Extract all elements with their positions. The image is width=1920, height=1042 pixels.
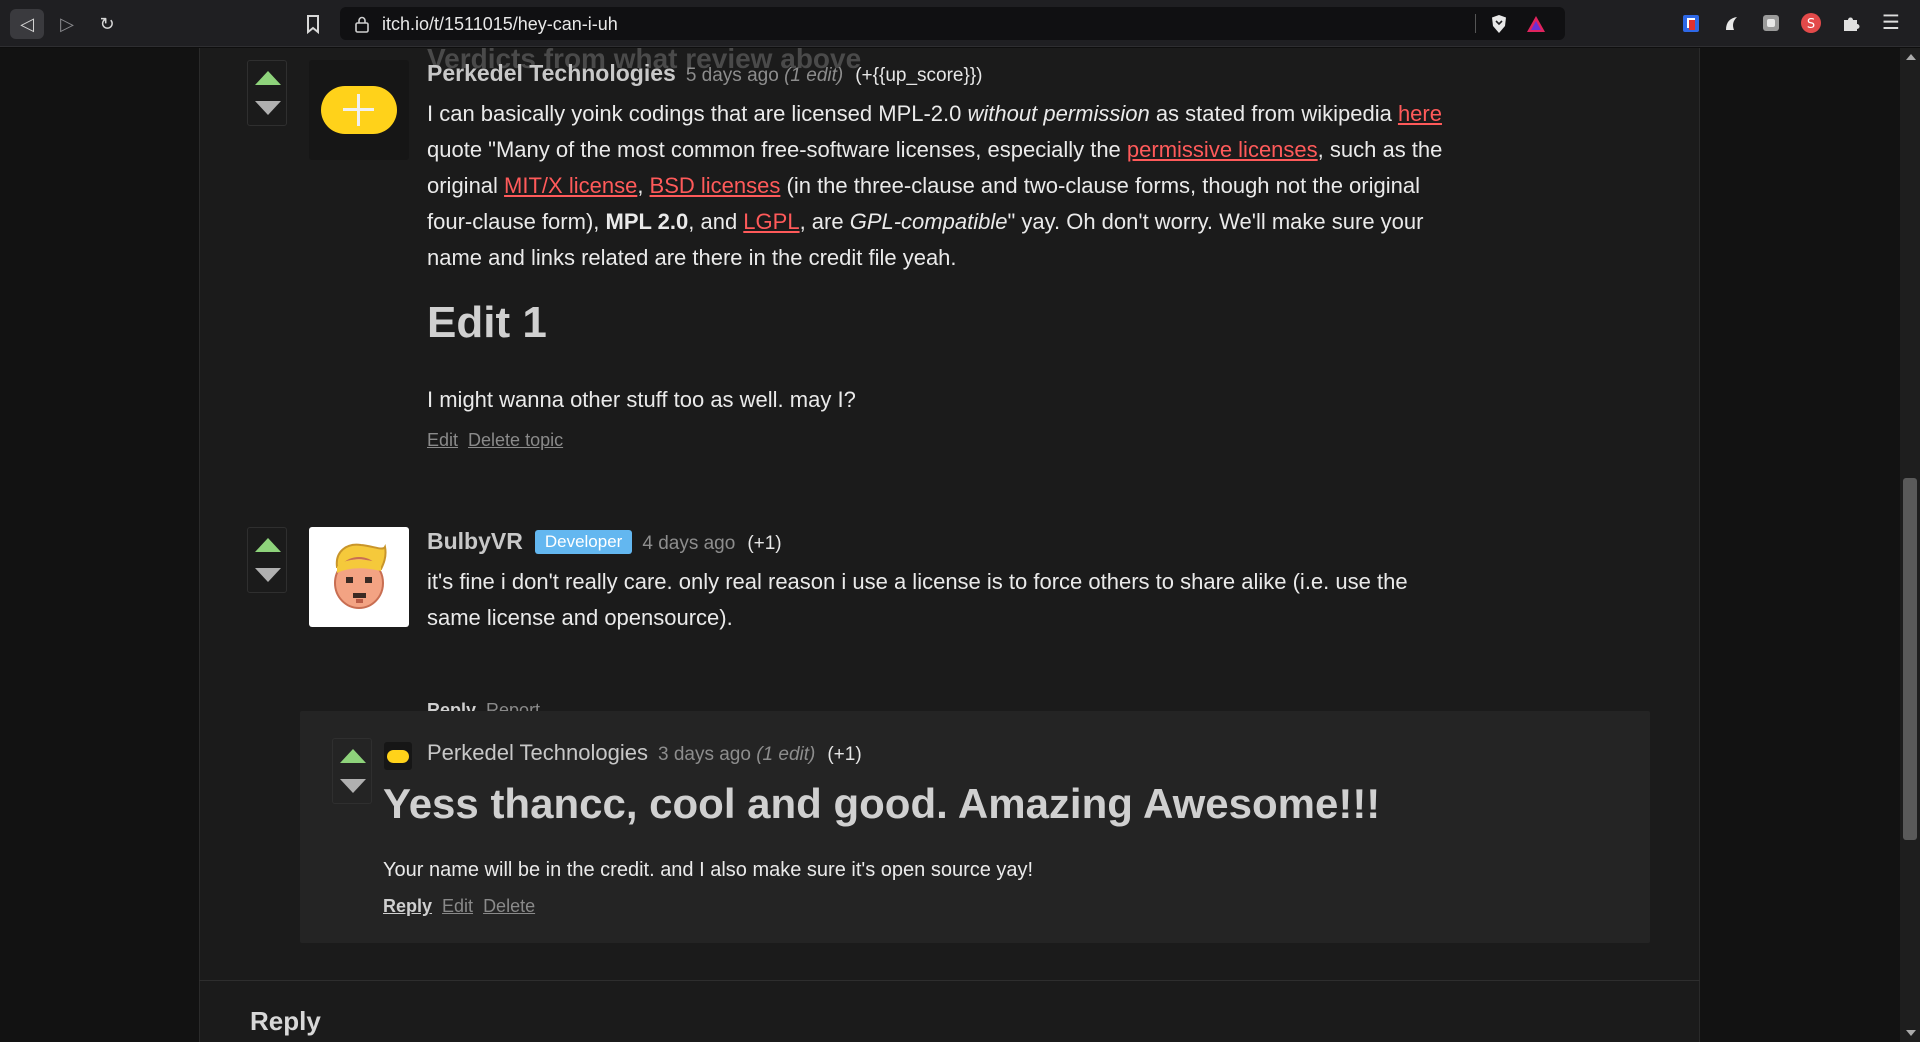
post-header: Perkedel Technologies 3 days ago (1 edit)… — [427, 740, 862, 766]
author-name[interactable]: Perkedel Technologies — [427, 60, 676, 86]
lock-icon — [355, 16, 369, 33]
link-here[interactable]: here — [1398, 101, 1442, 126]
perkedel-logo-icon — [321, 86, 397, 134]
reply-link[interactable]: Reply — [383, 896, 432, 916]
reload-icon[interactable]: ↻ — [90, 9, 124, 39]
avatar-bulbyvr[interactable] — [309, 527, 409, 627]
post-body: it's fine i don't really care. only real… — [427, 569, 1408, 630]
url-separator — [1475, 14, 1476, 33]
link-lgpl[interactable]: LGPL — [743, 209, 799, 234]
s-extension-icon[interactable]: S — [1800, 12, 1822, 34]
delete-topic-link[interactable]: Delete topic — [468, 430, 563, 450]
address-bar[interactable]: itch.io/t/1511015/hey-can-i-uh — [340, 7, 1565, 40]
vote-widget — [332, 738, 372, 804]
upvote-icon[interactable] — [255, 71, 281, 85]
scroll-thumb[interactable] — [1903, 478, 1917, 840]
svg-text:S: S — [1807, 17, 1815, 32]
post-time[interactable]: 4 days ago — [642, 533, 735, 554]
browser-toolbar: ◁ ▷ ↻ itch.io/t/1511015/hey-can-i-uh S ☰ — [0, 0, 1920, 47]
link-bsd-licenses[interactable]: BSD licenses — [650, 173, 781, 198]
bookmark-icon[interactable] — [300, 11, 326, 37]
author-name[interactable]: BulbyVR — [427, 528, 523, 554]
reply-heading-text: Yess thancc, cool and good. Amazing Awes… — [383, 780, 1381, 827]
page-scrollbar[interactable] — [1900, 48, 1920, 1042]
edit-link[interactable]: Edit — [442, 896, 473, 916]
window-extension-icon[interactable] — [1760, 12, 1782, 34]
edit-text: I might wanna other stuff too as well. m… — [427, 387, 856, 412]
reply-section-heading: Reply — [250, 1006, 321, 1036]
post-actions: Edit Delete topic — [427, 430, 573, 451]
hamburger-menu-icon[interactable]: ☰ — [1880, 12, 1902, 34]
url-text: itch.io/t/1511015/hey-can-i-uh — [382, 14, 618, 34]
post-score: (+1) — [827, 744, 862, 765]
avatar-perkedel[interactable] — [309, 60, 409, 160]
post-body: Your name will be in the credit. and I a… — [383, 859, 1034, 881]
vote-widget — [247, 527, 287, 593]
section-divider — [199, 980, 1700, 981]
upvote-icon[interactable] — [340, 749, 366, 763]
scroll-down-arrow-icon[interactable] — [1906, 1030, 1916, 1036]
developer-badge: Developer — [534, 530, 633, 554]
brave-rewards-icon[interactable] — [1525, 13, 1547, 35]
page: Verdicts from what review above Perkedel… — [0, 43, 1920, 1042]
post-time[interactable]: 5 days ago (1 edit) — [686, 65, 843, 86]
downvote-icon[interactable] — [255, 568, 281, 582]
post-body: I can basically yoink codings that are l… — [427, 101, 1443, 270]
avatar-perkedel-small[interactable] — [384, 742, 412, 770]
post-score: (+{{up_score}}) — [855, 65, 983, 86]
post-score: (+1) — [747, 533, 782, 554]
scroll-up-arrow-icon[interactable] — [1906, 54, 1916, 60]
author-name[interactable]: Perkedel Technologies — [427, 740, 648, 765]
puzzle-extensions-icon[interactable] — [1840, 12, 1862, 34]
back-icon[interactable]: ◁ — [10, 9, 44, 39]
edit-link[interactable]: Edit — [427, 430, 458, 450]
post-header: Perkedel Technologies 5 days ago (1 edit)… — [427, 60, 983, 87]
shield-extension-icon[interactable] — [1680, 12, 1702, 34]
link-mit-license[interactable]: MIT/X license — [504, 173, 637, 198]
post-header: BulbyVR Developer 4 days ago (+1) — [427, 528, 782, 555]
link-permissive-licenses[interactable]: permissive licenses — [1127, 137, 1318, 162]
tweak-extension-icon[interactable] — [1720, 12, 1742, 34]
downvote-icon[interactable] — [255, 101, 281, 115]
brave-shields-icon[interactable] — [1488, 13, 1510, 35]
delete-link[interactable]: Delete — [483, 896, 535, 916]
bulbyvr-avatar-icon — [334, 543, 387, 609]
forward-icon[interactable]: ▷ — [50, 9, 84, 39]
upvote-icon[interactable] — [255, 538, 281, 552]
post-actions: Reply Edit Delete — [383, 896, 545, 917]
downvote-icon[interactable] — [340, 779, 366, 793]
edit-heading: Edit 1 — [427, 298, 547, 347]
vote-widget — [247, 60, 287, 126]
post-time[interactable]: 3 days ago (1 edit) — [658, 744, 815, 765]
